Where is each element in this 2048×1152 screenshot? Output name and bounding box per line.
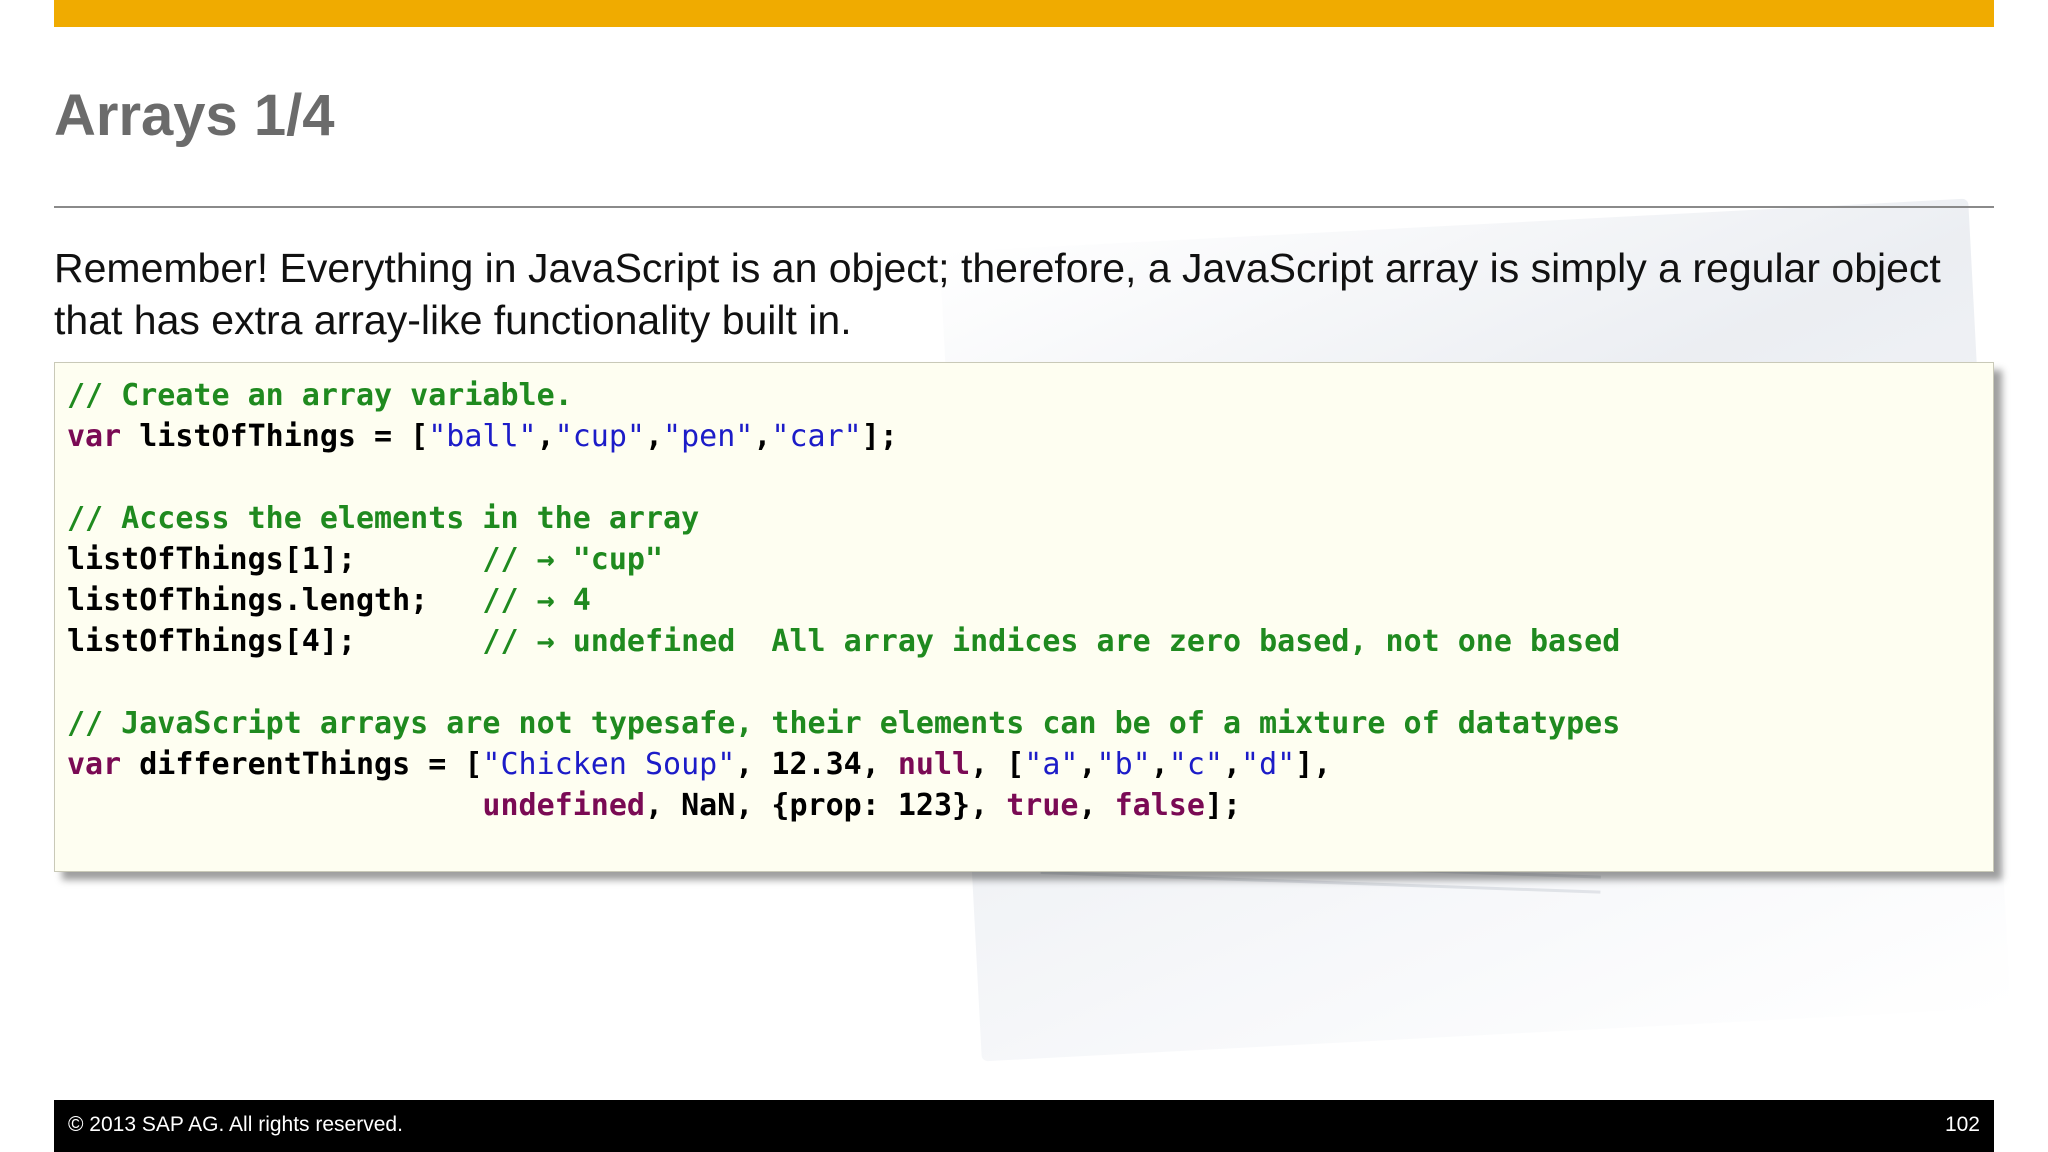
code-string: "b" xyxy=(1096,747,1151,782)
code-text: differentThings = [ xyxy=(121,747,483,782)
code-string: "cup" xyxy=(554,419,645,454)
code-text: , xyxy=(753,419,772,454)
code-string: "c" xyxy=(1168,747,1223,782)
code-string: "Chicken Soup" xyxy=(482,747,736,782)
code-keyword: false xyxy=(1114,788,1205,823)
code-keyword: undefined xyxy=(482,788,645,823)
code-text: , [ xyxy=(970,747,1025,782)
code-text: , xyxy=(1078,747,1097,782)
footer-bar: © 2013 SAP AG. All rights reserved. 102 xyxy=(54,1100,1994,1152)
code-text: , NaN, {prop: 123}, xyxy=(644,788,1007,823)
code-text: listOfThings[4]; xyxy=(67,624,483,659)
top-accent-bar xyxy=(54,0,1994,27)
code-text: , xyxy=(644,419,664,454)
code-text: , xyxy=(1150,747,1169,782)
code-keyword: null xyxy=(897,747,971,782)
code-string: "car" xyxy=(771,419,862,454)
code-string: "ball" xyxy=(428,419,537,454)
code-text: , 12.34, xyxy=(735,747,898,782)
page-number: 102 xyxy=(1944,1113,1980,1136)
code-comment: // JavaScript arrays are not typesafe, t… xyxy=(67,706,1621,741)
slide-title: Arrays 1/4 xyxy=(54,83,335,148)
code-string: "a" xyxy=(1024,747,1079,782)
code-keyword: var xyxy=(67,747,122,782)
code-keyword: var xyxy=(67,419,122,454)
code-comment: // → 4 xyxy=(482,583,591,618)
code-comment: // Access the elements in the array xyxy=(67,501,700,536)
intro-text: Remember! Everything in JavaScript is an… xyxy=(54,245,1941,343)
code-keyword: true xyxy=(1006,788,1079,823)
copyright-text: © 2013 SAP AG. All rights reserved. xyxy=(68,1113,403,1136)
code-string: "d" xyxy=(1241,747,1296,782)
code-text: , xyxy=(536,419,555,454)
code-text: , xyxy=(1078,788,1115,823)
code-text: ], xyxy=(1295,747,1332,782)
code-text: listOfThings.length; xyxy=(67,583,483,618)
code-text: ]; xyxy=(861,419,898,454)
code-text: , xyxy=(1222,747,1242,782)
code-block: // Create an array variable. var listOfT… xyxy=(54,362,1994,872)
code-text: listOfThings[1]; xyxy=(67,542,483,577)
code-comment: // → undefined All array indices are zer… xyxy=(482,624,1621,659)
code-listing: // Create an array variable. var listOfT… xyxy=(67,375,1620,826)
code-text: ]; xyxy=(1204,788,1242,823)
code-string: "pen" xyxy=(663,419,754,454)
code-comment: // Create an array variable. xyxy=(67,378,573,413)
code-text: listOfThings = [ xyxy=(121,419,429,454)
title-divider xyxy=(54,206,1994,208)
code-comment: // → "cup" xyxy=(482,542,664,577)
